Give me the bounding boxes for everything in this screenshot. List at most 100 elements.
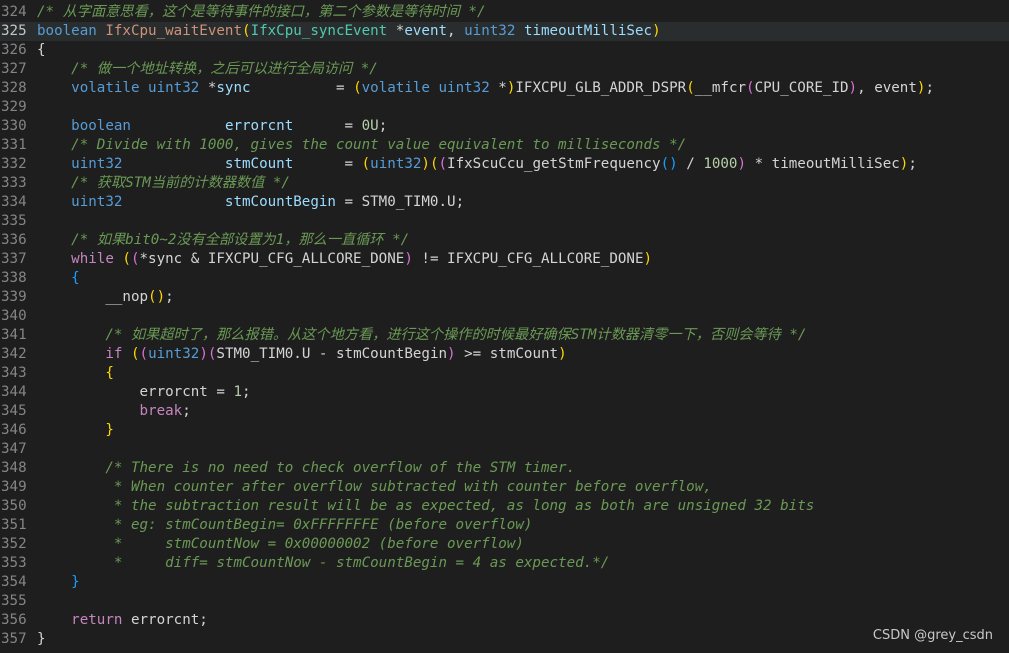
code-token: sync [216,80,251,96]
code-token: errorcnt; [122,612,208,628]
line-number: 337 [1,251,27,267]
code-line[interactable]: 331 /* Divide with 1000, gives the count… [0,136,1009,155]
code-line[interactable]: 355 [0,592,1009,611]
code-token: __nop [37,289,149,305]
line-number: 350 [1,498,27,514]
code-token: volatile [37,80,140,96]
code-token: errorcnt [224,118,294,134]
code-line[interactable]: 334 uint32 stmCountBegin = STM0_TIM0.U; [0,193,1009,212]
watermark: CSDN @grey_csdn [872,628,993,643]
code-line[interactable]: 341 /* 如果超时了，那么报错。从这个地方看，进行这个操作的时候最好确保ST… [0,326,1009,345]
code-token: /* 如果超时了，那么报错。从这个地方看，进行这个操作的时候最好确保STM计数器… [37,327,807,343]
code-line[interactable]: 338 { [0,269,1009,288]
code-line[interactable]: 332 uint32 stmCount = (uint32)((IfxScuCc… [0,155,1009,174]
code-token: uint32 [37,194,123,210]
code-line[interactable]: 339 __nop(); [0,288,1009,307]
code-line[interactable]: 351 * eg: stmCountBegin= 0xFFFFFFFE (bef… [0,516,1009,535]
code-line[interactable]: 356 return errorcnt; [0,611,1009,630]
code-token: 0U [361,118,379,134]
code-token: /* There is no need to check overflow of… [37,460,576,476]
code-line[interactable]: 347 [0,440,1009,459]
code-token: 1 [233,384,243,400]
line-code: } [37,573,1009,592]
code-line[interactable]: 352 * stmCountNow = 0x00000002 (before o… [0,535,1009,554]
code-line[interactable]: 330 boolean errorcnt = 0U; [0,117,1009,136]
code-token: stmCount [224,156,294,172]
code-line[interactable]: 327 /* 做一个地址转换，之后可以进行全局访问 */ [0,60,1009,79]
code-line[interactable]: 354 } [0,573,1009,592]
code-token: boolean [37,23,97,39]
code-token: = [335,194,362,210]
code-token: ; [455,194,465,210]
code-token: = [293,156,362,172]
code-line[interactable]: 325 boolean IfxCpu_waitEvent(IfxCpu_syncE… [0,22,1009,41]
code-token: /* 如果bit0~2没有全部设置为1，那么一直循环 */ [37,232,410,248]
code-token: *sync & IFXCPU_CFG_ALLCORE_DONE [139,251,405,267]
code-token: = [293,118,362,134]
code-line[interactable]: 350 * the subtraction result will be as … [0,497,1009,516]
code-line[interactable]: 335 [0,212,1009,231]
line-code: /* Divide with 1000, gives the count val… [37,136,1009,155]
code-token: ( [353,80,362,96]
code-line[interactable]: 342 if ((uint32)(STM0_TIM0.U - stmCountB… [0,345,1009,364]
line-code: * diff= stmCountNow - stmCountBegin = 4 … [37,554,1009,573]
code-line[interactable]: 345 break; [0,402,1009,421]
line-number: 351 [1,517,27,533]
code-token: () [660,156,678,172]
code-token: boolean [37,118,131,134]
code-token: * eg: stmCountBegin= 0xFFFFFFFE (before … [37,517,533,533]
line-code: { [37,41,1009,60]
code-line[interactable]: 329 [0,98,1009,117]
line-number: 329 [1,99,27,115]
code-editor[interactable]: 324 /* 从字面意思看，这个是等待事件的接口，第二个参数是等待时间 */ 325… [0,3,1009,649]
line-code: if ((uint32)(STM0_TIM0.U - stmCountBegin… [37,345,1009,364]
line-number: 341 [1,327,27,343]
line-code: uint32 stmCountBegin = STM0_TIM0.U; [37,193,1009,212]
code-line[interactable]: 344 errorcnt = 1; [0,383,1009,402]
code-token: } [37,631,46,647]
code-line[interactable]: 340 [0,307,1009,326]
line-number: 346 [1,422,27,438]
code-token: = [250,80,354,96]
line-number: 356 [1,612,27,628]
code-line[interactable]: 324 /* 从字面意思看，这个是等待事件的接口，第二个参数是等待时间 */ [0,3,1009,22]
code-line[interactable]: 357} [0,630,1009,649]
code-line[interactable]: 346 } [0,421,1009,440]
code-line[interactable]: 343 { [0,364,1009,383]
line-code: boolean errorcnt = 0U; [37,117,1009,136]
code-token: IfxScuCcu_getStmFrequency [447,156,661,172]
code-token: ; [378,118,388,134]
code-line[interactable]: 336 /* 如果bit0~2没有全部设置为1，那么一直循环 */ [0,231,1009,250]
code-token: ; [908,156,917,172]
code-token: ( [139,346,149,362]
code-line[interactable]: 353 * diff= stmCountNow - stmCountBegin … [0,554,1009,573]
code-token: { [37,365,114,381]
code-token: __mfcr [694,80,747,96]
code-line[interactable]: 328 volatile uint32 *sync = (volatile ui… [0,79,1009,98]
code-token: ; [182,403,191,419]
line-number: 340 [1,308,27,324]
code-line[interactable]: 348 /* There is no need to check overflo… [0,459,1009,478]
code-token: ; [165,289,174,305]
code-token: /* 获取STM当前的计数器数值 */ [37,175,290,191]
code-token: >= stmCount [455,346,559,362]
code-token: CPU_CORE_ID [754,80,849,96]
code-line[interactable]: 326 { [0,41,1009,60]
line-number: 328 [1,80,27,96]
line-number: 349 [1,479,27,495]
code-token: != IFXCPU_CFG_ALLCORE_DONE [412,251,644,267]
line-number: 345 [1,403,27,419]
code-line[interactable]: 337 while ((*sync & IFXCPU_CFG_ALLCORE_D… [0,250,1009,269]
code-token: ) [737,156,747,172]
code-line[interactable]: 349 * When counter after overflow subtra… [0,478,1009,497]
code-token: uint32 [464,23,516,39]
line-number: 332 [1,156,27,172]
code-token: IfxCpu_syncEvent [250,23,388,39]
code-token: * the subtraction result will be as expe… [37,498,815,514]
code-line[interactable]: 333 /* 获取STM当前的计数器数值 */ [0,174,1009,193]
code-token: ( [438,156,448,172]
